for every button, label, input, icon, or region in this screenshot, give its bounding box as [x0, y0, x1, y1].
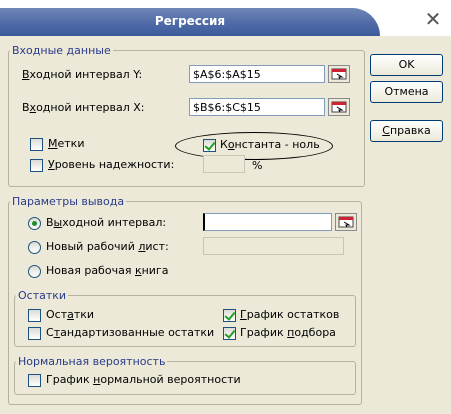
cancel-button[interactable]: Отмена	[370, 81, 443, 103]
output-options-group-title: Параметры вывода	[10, 195, 127, 208]
fit-plot-checkbox[interactable]	[223, 327, 236, 340]
confidence-level-checkbox[interactable]	[30, 159, 43, 172]
y-range-label: Входной интервал Y:	[22, 68, 143, 81]
output-range-input[interactable]	[203, 213, 332, 231]
y-range-input[interactable]: $A$6:$A$15	[189, 65, 325, 83]
residuals-group	[14, 295, 356, 347]
residual-plot-checkbox[interactable]	[223, 309, 236, 322]
residual-plot-label: График остатков	[240, 308, 340, 321]
collapse-dialog-icon	[331, 68, 347, 80]
new-sheet-label: Новый рабочий лист:	[46, 240, 169, 253]
std-residuals-label: Стандартизованные остатки	[46, 326, 215, 339]
confidence-level-label: Уровень надежности:	[48, 158, 175, 171]
residuals-group-title: Остатки	[16, 289, 69, 302]
new-book-radio[interactable]	[28, 265, 41, 278]
residuals-checkbox[interactable]	[28, 309, 41, 322]
normal-probability-group-title: Нормальная вероятность	[16, 355, 168, 368]
confidence-percent-unit: %	[252, 159, 263, 172]
collapse-dialog-icon	[331, 101, 347, 113]
collapse-dialog-icon	[338, 216, 354, 228]
new-book-label: Новая рабочая книга	[46, 264, 169, 277]
normal-plot-label: График нормальной вероятности	[46, 373, 241, 386]
dialog-title: Регрессия	[154, 14, 226, 28]
normal-plot-checkbox[interactable]	[28, 374, 41, 387]
fit-plot-label: График подбора	[240, 326, 336, 339]
residuals-label: Остатки	[46, 308, 95, 321]
output-range-radio[interactable]	[28, 217, 41, 230]
confidence-level-input[interactable]	[203, 155, 245, 173]
x-range-input[interactable]: $B$6:$C$15	[189, 98, 325, 116]
labels-checkbox[interactable]	[30, 138, 43, 151]
constant-zero-label: Константа - ноль	[220, 138, 320, 151]
x-range-label: Входной интервал X:	[22, 101, 145, 114]
y-range-ref-button[interactable]	[328, 65, 350, 83]
input-data-group-title: Входные данные	[10, 44, 113, 57]
std-residuals-checkbox[interactable]	[28, 327, 41, 340]
ok-button[interactable]: OK	[370, 54, 443, 76]
new-sheet-input[interactable]	[203, 237, 344, 255]
x-range-ref-button[interactable]	[328, 98, 350, 116]
help-button[interactable]: Справка	[370, 120, 443, 142]
regression-dialog: Регрессия ✕ Входные данные Входной интер…	[0, 0, 451, 414]
close-icon[interactable]: ✕	[419, 8, 447, 32]
output-range-ref-button[interactable]	[335, 213, 357, 231]
labels-checkbox-label: Метки	[48, 137, 85, 150]
new-sheet-radio[interactable]	[28, 241, 41, 254]
constant-zero-checkbox[interactable]	[203, 139, 216, 152]
output-range-label: Выходной интервал:	[46, 216, 167, 229]
title-bar: Регрессия ✕	[0, 0, 451, 36]
